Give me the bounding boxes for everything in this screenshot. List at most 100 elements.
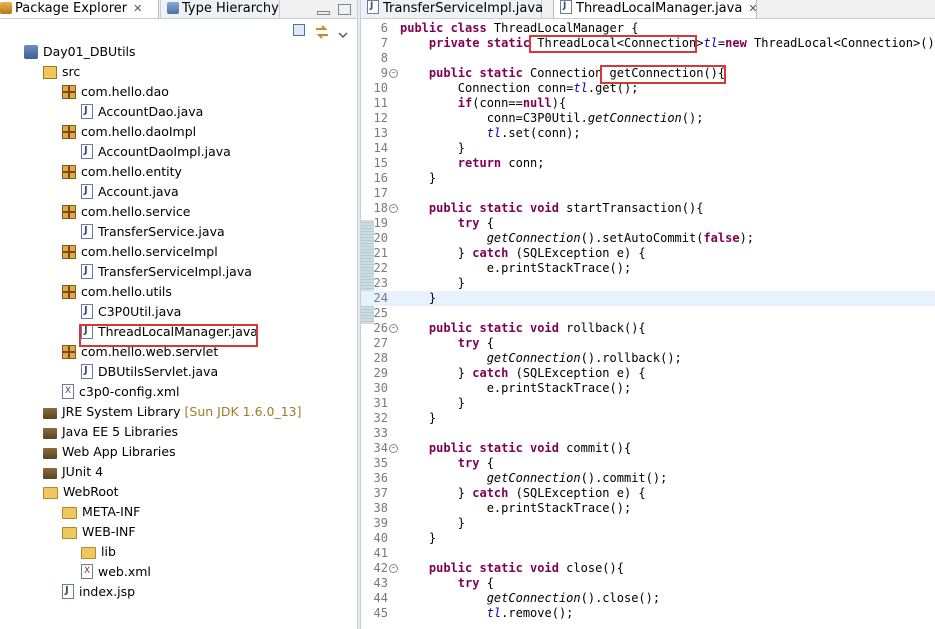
code-line[interactable]: 35 try { xyxy=(361,456,935,471)
tree-item[interactable]: com.hello.daoImpl xyxy=(62,123,196,141)
tree-item[interactable]: WebRoot xyxy=(43,483,119,501)
code-line[interactable]: 26− public static void rollback(){ xyxy=(361,321,935,336)
code-line[interactable]: 15 return conn; xyxy=(361,156,935,171)
code-line[interactable]: 41 xyxy=(361,546,935,561)
line-number: 36 xyxy=(373,471,388,485)
minimize-icon[interactable] xyxy=(317,11,330,15)
code-line[interactable]: 37 } catch (SQLException e) { xyxy=(361,486,935,501)
code-line[interactable]: 22 e.printStackTrace(); xyxy=(361,261,935,276)
tree-item[interactable]: Account.java xyxy=(81,182,179,201)
code-line[interactable]: 30 e.printStackTrace(); xyxy=(361,381,935,396)
code-line[interactable]: 39 } xyxy=(361,516,935,531)
tree-item[interactable]: JRE System Library [Sun JDK 1.6.0_13] xyxy=(43,403,301,421)
keyword: catch xyxy=(472,486,509,500)
fold-toggle-icon[interactable]: − xyxy=(389,564,398,573)
code-line[interactable]: 25 xyxy=(361,306,935,321)
code-line[interactable]: 33 xyxy=(361,426,935,441)
editor-tab-transferserviceimpl[interactable]: TransferServiceImpl.java xyxy=(361,0,543,18)
tree-item[interactable]: Java EE 5 Libraries xyxy=(43,423,178,441)
code-line[interactable]: 14 } xyxy=(361,141,935,156)
tree-item[interactable]: com.hello.service xyxy=(62,203,190,221)
line-number: 22 xyxy=(373,261,388,275)
code-line[interactable]: 6 public class ThreadLocalManager { xyxy=(361,21,935,36)
tree-item[interactable]: src xyxy=(43,63,80,81)
code-line[interactable]: 24 } xyxy=(361,291,935,306)
tree-item[interactable]: lib xyxy=(81,543,116,561)
code-line[interactable]: 38 e.printStackTrace(); xyxy=(361,501,935,516)
code-line[interactable]: 12 conn=C3P0Util.getConnection(); xyxy=(361,111,935,126)
close-icon[interactable]: ✕ xyxy=(748,2,757,15)
keyword: false xyxy=(703,231,740,245)
code-line[interactable]: 21 } catch (SQLException e) { xyxy=(361,246,935,261)
tree-item[interactable]: com.hello.dao xyxy=(62,83,169,101)
code-line[interactable]: 16 } xyxy=(361,171,935,186)
close-icon[interactable]: ✕ xyxy=(133,2,142,15)
tree-item[interactable]: index.jsp xyxy=(62,582,135,601)
line-number: 24 xyxy=(373,291,388,305)
code-line[interactable]: 43 try { xyxy=(361,576,935,591)
code-line[interactable]: 8 xyxy=(361,51,935,66)
tree-item[interactable]: AccountDaoImpl.java xyxy=(81,142,231,161)
code-text: e.printStackTrace(); xyxy=(400,501,632,516)
code-line[interactable]: 45 tl.remove(); xyxy=(361,606,935,621)
code-token: { xyxy=(479,576,494,590)
code-line[interactable]: 13 tl.set(conn); xyxy=(361,126,935,141)
code-line[interactable]: 23 } xyxy=(361,276,935,291)
code-token: (conn== xyxy=(472,96,523,110)
tree-item[interactable]: Web App Libraries xyxy=(43,443,176,461)
tree-item[interactable]: com.hello.serviceImpl xyxy=(62,243,218,261)
keyword: catch xyxy=(472,366,509,380)
line-number: 18 xyxy=(373,201,388,215)
code-line[interactable]: 36 getConnection().commit(); xyxy=(361,471,935,486)
code-line[interactable]: 44 getConnection().close(); xyxy=(361,591,935,606)
tree-item[interactable]: TransferServiceImpl.java xyxy=(81,262,252,281)
code-line[interactable]: 20 getConnection().setAutoCommit(false); xyxy=(361,231,935,246)
package-icon xyxy=(62,285,76,299)
tree-item-label: Java EE 5 Libraries xyxy=(62,424,179,439)
link-with-editor-icon[interactable] xyxy=(314,24,328,39)
code-line[interactable]: 40 } xyxy=(361,531,935,546)
code-line[interactable]: 11 if(conn==null){ xyxy=(361,96,935,111)
tree-item[interactable]: com.hello.utils xyxy=(62,283,172,301)
code-line[interactable]: 28 getConnection().rollback(); xyxy=(361,351,935,366)
code-line[interactable]: 32 } xyxy=(361,411,935,426)
fold-toggle-icon[interactable]: − xyxy=(389,69,398,78)
tree-item[interactable]: web.xml xyxy=(81,562,151,581)
code-line[interactable]: 17 xyxy=(361,186,935,201)
keyword: public static void xyxy=(428,561,559,575)
code-line[interactable]: 27 try { xyxy=(361,336,935,351)
code-line[interactable]: 42− public static void close(){ xyxy=(361,561,935,576)
keyword: public static void xyxy=(428,441,559,455)
tree-item[interactable]: Day01_DBUtils xyxy=(24,43,136,61)
code-line[interactable]: 34− public static void commit(){ xyxy=(361,441,935,456)
code-text: } xyxy=(400,531,436,546)
view-menu-icon[interactable] xyxy=(338,24,352,38)
code-line[interactable]: 19 try { xyxy=(361,216,935,231)
code-line[interactable]: 29 } catch (SQLException e) { xyxy=(361,366,935,381)
code-line[interactable]: 18− public static void startTransaction(… xyxy=(361,201,935,216)
fold-toggle-icon[interactable]: − xyxy=(389,324,398,333)
tree-item[interactable]: DBUtilsServlet.java xyxy=(81,362,218,381)
tree-item[interactable]: TransferService.java xyxy=(81,222,225,241)
tree-item[interactable]: com.hello.entity xyxy=(62,163,182,181)
tree-item[interactable]: META-INF xyxy=(62,503,140,521)
collapse-all-icon[interactable] xyxy=(293,24,305,36)
tab-package-explorer[interactable]: Package Explorer ✕ xyxy=(0,0,159,18)
tab-type-hierarchy[interactable]: Type Hierarchy xyxy=(160,0,280,18)
fold-toggle-icon[interactable]: − xyxy=(389,444,398,453)
tree-item[interactable]: AccountDao.java xyxy=(81,102,203,121)
editor-tab-threadlocalmanager[interactable]: ThreadLocalManager.java ✕ xyxy=(553,0,758,18)
tree-item[interactable]: c3p0-config.xml xyxy=(62,382,180,401)
maximize-icon[interactable] xyxy=(338,4,351,15)
tree-item[interactable]: WEB-INF xyxy=(62,523,136,541)
fold-toggle-icon[interactable]: − xyxy=(389,204,398,213)
tree-item-label: com.hello.utils xyxy=(81,284,172,299)
tree-item[interactable]: JUnit 4 xyxy=(43,463,103,481)
line-number: 21 xyxy=(373,246,388,260)
library-icon xyxy=(43,408,57,419)
line-number: 38 xyxy=(373,501,388,515)
code-line[interactable]: 31 } xyxy=(361,396,935,411)
tree-item[interactable]: C3P0Util.java xyxy=(81,302,181,321)
java-file-icon xyxy=(367,0,379,15)
